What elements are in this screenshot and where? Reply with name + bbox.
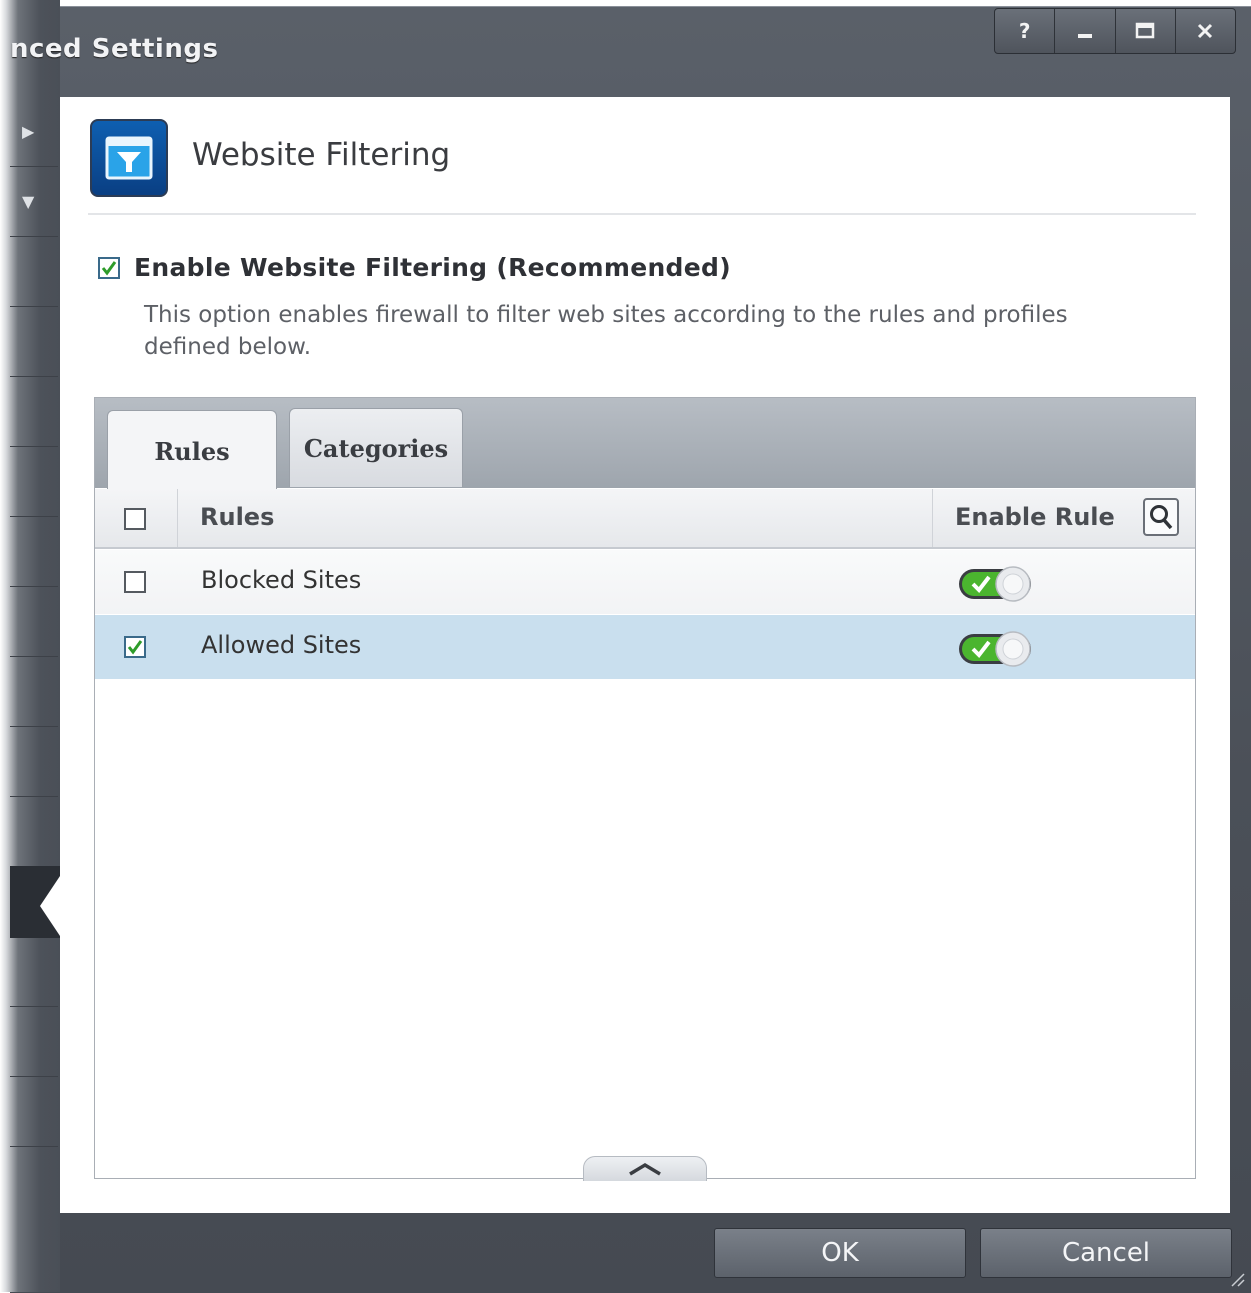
column-divider xyxy=(932,489,933,547)
sidebar-divider xyxy=(10,446,58,447)
cancel-button[interactable]: Cancel xyxy=(980,1228,1232,1278)
enable-filtering-description: This option enables firewall to filter w… xyxy=(144,302,1068,360)
sidebar-divider xyxy=(10,726,58,727)
table-header: Rules Enable Rule xyxy=(95,489,1195,549)
header-divider xyxy=(88,213,1196,215)
tab-bar: Rules Categories xyxy=(95,398,1195,491)
page-title: Website Filtering xyxy=(192,137,451,173)
select-all-checkbox[interactable] xyxy=(124,508,146,530)
sidebar-divider xyxy=(10,1076,58,1077)
close-button[interactable] xyxy=(1176,9,1235,53)
enable-filtering-label: Enable Website Filtering (Recommended) xyxy=(134,253,731,282)
collapse-arrow-icon[interactable]: ▼ xyxy=(22,192,34,211)
enable-rule-toggle[interactable] xyxy=(957,631,1033,667)
expand-arrow-icon[interactable]: ▶ xyxy=(22,122,34,141)
search-button[interactable] xyxy=(1143,498,1179,536)
rule-name: Blocked Sites xyxy=(201,566,362,594)
tab-rules[interactable]: Rules xyxy=(107,410,277,491)
table-row[interactable]: Allowed Sites xyxy=(95,615,1195,679)
window-title: nced Settings xyxy=(10,34,219,64)
row-checkbox[interactable] xyxy=(124,571,146,593)
table-row[interactable]: Blocked Sites xyxy=(95,550,1195,614)
column-header-enable-rule[interactable]: Enable Rule xyxy=(955,503,1115,531)
window-controls: ? xyxy=(994,8,1236,54)
help-button[interactable]: ? xyxy=(995,9,1056,53)
tab-categories[interactable]: Categories xyxy=(289,408,463,487)
maximize-icon xyxy=(1135,22,1155,39)
close-icon xyxy=(1198,23,1213,39)
main-panel: Website Filtering Enable Website Filteri… xyxy=(60,97,1230,1213)
check-icon xyxy=(101,260,117,275)
search-icon xyxy=(1150,505,1173,530)
maximize-button[interactable] xyxy=(1116,9,1176,53)
sidebar-divider xyxy=(10,166,58,167)
sidebar-divider xyxy=(10,656,58,657)
sidebar-divider xyxy=(10,516,58,517)
sidebar-divider xyxy=(10,1146,58,1147)
column-header-rules[interactable]: Rules xyxy=(200,503,274,531)
rules-panel: Rules Categories Rules Enable Rule Block… xyxy=(94,397,1196,1181)
enable-filtering-checkbox[interactable] xyxy=(98,256,120,279)
enable-filtering-option[interactable]: Enable Website Filtering (Recommended) xyxy=(98,253,731,282)
minimize-button[interactable] xyxy=(1055,9,1116,53)
resize-grip-icon[interactable] xyxy=(1228,1270,1246,1288)
sidebar-divider xyxy=(10,1006,58,1007)
column-divider xyxy=(177,489,178,547)
chevron-up-icon xyxy=(629,1162,661,1176)
funnel-filter-icon xyxy=(90,119,168,197)
collapse-panel-button[interactable] xyxy=(583,1156,707,1181)
sidebar-divider xyxy=(10,236,58,237)
sidebar-divider xyxy=(10,376,58,377)
check-icon xyxy=(127,640,143,655)
row-checkbox[interactable] xyxy=(124,636,146,658)
rule-name: Allowed Sites xyxy=(201,631,362,659)
sidebar-divider xyxy=(10,586,58,587)
sidebar-divider xyxy=(10,796,58,797)
selection-pointer-icon xyxy=(40,876,60,936)
ok-button[interactable]: OK xyxy=(714,1228,966,1278)
minimize-icon xyxy=(1077,34,1092,38)
enable-rule-toggle[interactable] xyxy=(957,566,1033,602)
sidebar-divider xyxy=(10,306,58,307)
